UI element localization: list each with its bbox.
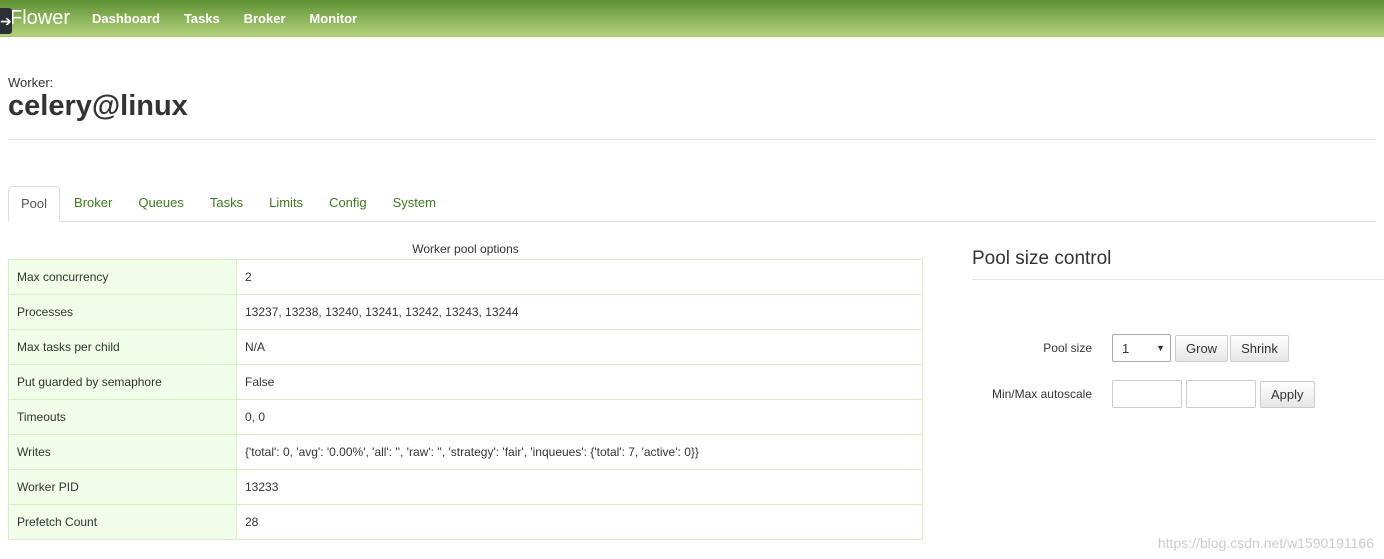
shrink-button[interactable]: Shrink bbox=[1230, 334, 1289, 362]
option-value: 2 bbox=[236, 259, 923, 295]
tab-tasks[interactable]: Tasks bbox=[198, 186, 255, 221]
table-row: Max tasks per child N/A bbox=[8, 329, 923, 365]
autoscale-min-input[interactable] bbox=[1112, 380, 1182, 408]
tab-limits[interactable]: Limits bbox=[257, 186, 315, 221]
autoscale-label: Min/Max autoscale bbox=[991, 387, 1092, 401]
option-value: N/A bbox=[236, 329, 923, 365]
grow-button[interactable]: Grow bbox=[1175, 334, 1229, 362]
pool-size-control: Pool size control Pool size 1 ▼ Grow Shri… bbox=[972, 244, 1384, 417]
worker-label: Worker: bbox=[8, 75, 54, 90]
tab-pool[interactable]: Pool bbox=[8, 186, 61, 222]
apply-button[interactable]: Apply bbox=[1260, 380, 1315, 408]
pool-options-table: Max concurrency 2 Processes 13237, 13238, 1… bbox=[8, 259, 923, 540]
pool-size-select[interactable]: 1 ▼ bbox=[1112, 334, 1171, 362]
brand-logo[interactable]: Flower bbox=[10, 7, 70, 30]
navbar: ➔ Flower Dashboard Tasks Broker Monitor bbox=[0, 0, 1384, 37]
section-title: Pool size control bbox=[972, 248, 1384, 280]
autoscale-max-input[interactable] bbox=[1186, 380, 1256, 408]
tab-system[interactable]: System bbox=[381, 186, 448, 221]
option-value: {'total': 0, 'avg': '0.00%', 'all': '', … bbox=[236, 434, 923, 470]
option-name: Processes bbox=[8, 294, 237, 330]
option-value: 0, 0 bbox=[236, 399, 923, 435]
table-row: Processes 13237, 13238, 13240, 13241, 132… bbox=[8, 294, 923, 330]
tab-broker[interactable]: Broker bbox=[62, 186, 124, 221]
arrow-right-icon[interactable]: ➔ bbox=[0, 8, 12, 34]
page-title: celery@linux bbox=[8, 90, 188, 122]
option-name: Max concurrency bbox=[8, 259, 237, 295]
option-name: Max tasks per child bbox=[8, 329, 237, 365]
option-name: Prefetch Count bbox=[8, 504, 237, 540]
nav-broker[interactable]: Broker bbox=[244, 11, 286, 26]
option-value: 13237, 13238, 13240, 13241, 13242, 13243… bbox=[236, 294, 923, 330]
divider bbox=[8, 139, 1376, 140]
tabs: Pool Broker Queues Tasks Limits Config S… bbox=[8, 186, 1376, 222]
option-name: Timeouts bbox=[8, 399, 237, 435]
table-caption: Worker pool options bbox=[412, 242, 519, 256]
option-name: Put guarded by semaphore bbox=[8, 364, 237, 400]
option-value: 13233 bbox=[236, 469, 923, 505]
table-row: Max concurrency 2 bbox=[8, 259, 923, 295]
nav-monitor[interactable]: Monitor bbox=[309, 11, 357, 26]
tab-queues[interactable]: Queues bbox=[126, 186, 196, 221]
nav-tasks[interactable]: Tasks bbox=[184, 11, 220, 26]
pool-size-label: Pool size bbox=[1043, 341, 1092, 355]
table-row: Prefetch Count 28 bbox=[8, 504, 923, 540]
option-name: Writes bbox=[8, 434, 237, 470]
table-row: Put guarded by semaphore False bbox=[8, 364, 923, 400]
option-name: Worker PID bbox=[8, 469, 237, 505]
pool-size-value: 1 bbox=[1122, 340, 1130, 356]
option-value: False bbox=[236, 364, 923, 400]
option-value: 28 bbox=[236, 504, 923, 540]
nav-dashboard[interactable]: Dashboard bbox=[92, 11, 160, 26]
watermark: https://blog.csdn.net/w1590191166 bbox=[1157, 535, 1374, 551]
table-row: Worker PID 13233 bbox=[8, 469, 923, 505]
table-row: Timeouts 0, 0 bbox=[8, 399, 923, 435]
tab-config[interactable]: Config bbox=[317, 186, 379, 221]
table-row: Writes {'total': 0, 'avg': '0.00%', 'all'… bbox=[8, 434, 923, 470]
caret-down-icon: ▼ bbox=[1156, 343, 1165, 353]
